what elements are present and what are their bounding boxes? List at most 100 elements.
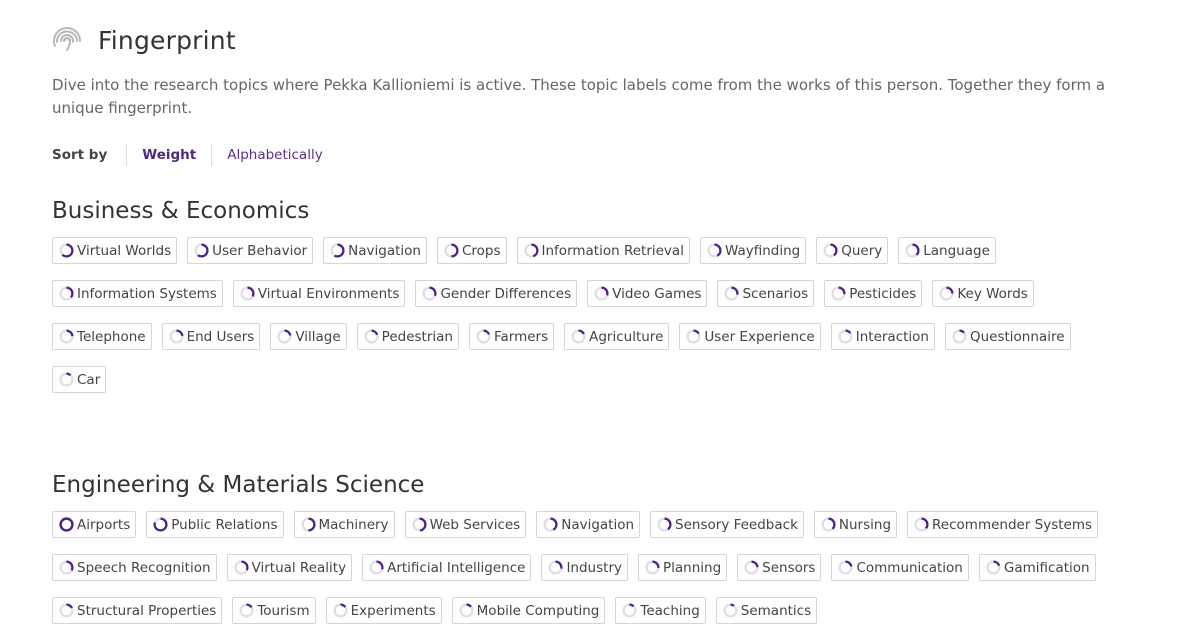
weight-ring-icon xyxy=(59,243,74,258)
topic-chip[interactable]: Car xyxy=(52,366,107,393)
topic-chip[interactable]: Industry xyxy=(541,554,628,581)
topic-label: Farmers xyxy=(493,328,549,345)
topic-chip[interactable]: Telephone xyxy=(52,323,152,350)
topic-chip[interactable]: Questionnaire xyxy=(944,323,1071,350)
sort-label: Sort by xyxy=(52,147,108,163)
topic-chip[interactable]: Airports xyxy=(52,511,137,538)
weight-ring-icon xyxy=(622,603,637,618)
topic-chip[interactable]: Virtual Worlds xyxy=(52,237,178,264)
weight-ring-icon xyxy=(476,329,491,344)
weight-ring-icon xyxy=(986,560,1001,575)
topic-list: Virtual Worlds User Behavior Navigation Cro… xyxy=(52,237,1127,409)
topic-label: Airports xyxy=(77,516,131,533)
topic-chip[interactable]: Wayfinding xyxy=(699,237,807,264)
topic-label: Structural Properties xyxy=(77,602,217,619)
topic-chip[interactable]: Gender Differences xyxy=(415,280,578,307)
topic-chip[interactable]: Virtual Reality xyxy=(226,554,353,581)
topic-chip[interactable]: Experiments xyxy=(325,597,442,624)
topic-chip[interactable]: Interaction xyxy=(830,323,935,350)
topic-chip[interactable]: Semantics xyxy=(715,597,818,624)
weight-ring-icon xyxy=(686,329,701,344)
topic-chip[interactable]: Planning xyxy=(637,554,728,581)
topic-chip[interactable]: Pesticides xyxy=(824,280,923,307)
topic-chip[interactable]: Recommender Systems xyxy=(907,511,1099,538)
topic-chip[interactable]: Machinery xyxy=(293,511,395,538)
weight-ring-icon xyxy=(905,243,920,258)
weight-ring-icon xyxy=(412,517,427,532)
weight-ring-icon xyxy=(838,329,853,344)
topic-label: Artificial Intelligence xyxy=(387,559,526,576)
topic-label: Questionnaire xyxy=(969,328,1065,345)
sort-option-alphabetically[interactable]: Alphabetically xyxy=(211,144,338,166)
topic-label: Recommender Systems xyxy=(932,516,1093,533)
topic-label: Communication xyxy=(856,559,963,576)
topic-label: Nursing xyxy=(838,516,892,533)
topic-chip[interactable]: Key Words xyxy=(932,280,1034,307)
weight-ring-icon xyxy=(952,329,967,344)
topic-chip[interactable]: Farmers xyxy=(468,323,555,350)
page-description: Dive into the research topics where Pekk… xyxy=(52,76,1106,117)
topic-chip[interactable]: Navigation xyxy=(536,511,641,538)
weight-ring-track xyxy=(59,372,74,387)
topic-chip[interactable]: Communication xyxy=(831,554,969,581)
topic-chip[interactable]: Speech Recognition xyxy=(52,554,217,581)
topic-chip[interactable]: Virtual Environments xyxy=(232,280,406,307)
topic-chip[interactable]: Information Systems xyxy=(52,280,223,307)
topic-label: Query xyxy=(841,242,883,259)
topic-chip[interactable]: Navigation xyxy=(323,237,427,264)
topic-chip[interactable]: Public Relations xyxy=(146,511,284,538)
topic-label: Car xyxy=(77,371,101,388)
topic-chip[interactable]: Teaching xyxy=(615,597,706,624)
topic-chip[interactable]: Village xyxy=(270,323,347,350)
weight-ring-icon xyxy=(153,517,168,532)
topic-chip[interactable]: Video Games xyxy=(587,280,708,307)
weight-ring-icon xyxy=(59,329,74,344)
topic-label: Sensors xyxy=(762,559,816,576)
fingerprint-panel: Fingerprint Dive into the research topic… xyxy=(0,0,1152,640)
topic-chip[interactable]: User Behavior xyxy=(187,237,314,264)
weight-ring-icon xyxy=(59,560,74,575)
weight-ring-icon xyxy=(59,286,74,301)
topic-chip[interactable]: Gamification xyxy=(978,554,1096,581)
topic-label: Semantics xyxy=(740,602,812,619)
weight-ring-icon xyxy=(645,560,660,575)
topic-chip[interactable]: Scenarios xyxy=(717,280,815,307)
category-title: Engineering & Materials Science xyxy=(52,472,425,498)
topic-label: User Behavior xyxy=(212,242,308,259)
weight-ring-icon xyxy=(59,603,74,618)
topic-chip[interactable]: Tourism xyxy=(232,597,316,624)
topic-chip[interactable]: Sensors xyxy=(737,554,822,581)
topic-chip[interactable]: Pedestrian xyxy=(356,323,459,350)
weight-ring-icon xyxy=(422,286,437,301)
topic-chip[interactable]: Mobile Computing xyxy=(451,597,606,624)
fingerprint-header: Fingerprint xyxy=(52,0,1152,80)
category-title: Business & Economics xyxy=(52,198,310,224)
topic-chip[interactable]: End Users xyxy=(161,323,261,350)
topic-chip[interactable]: Web Services xyxy=(404,511,527,538)
topic-chip[interactable]: Structural Properties xyxy=(52,597,223,624)
weight-ring-track xyxy=(723,603,738,618)
topic-label: Pesticides xyxy=(849,285,917,302)
weight-ring-icon xyxy=(277,329,292,344)
topic-label: Wayfinding xyxy=(724,242,801,259)
topic-label: Virtual Worlds xyxy=(77,242,172,259)
topic-chip[interactable]: User Experience xyxy=(679,323,821,350)
topic-chip[interactable]: Artificial Intelligence xyxy=(362,554,532,581)
topic-label: Key Words xyxy=(957,285,1028,302)
weight-ring-icon xyxy=(657,517,672,532)
weight-ring-icon xyxy=(300,517,316,532)
weight-ring-icon xyxy=(233,560,249,575)
topic-label: Telephone xyxy=(77,328,146,345)
weight-ring-icon xyxy=(369,560,384,575)
weight-ring-icon xyxy=(330,243,345,258)
topic-chip[interactable]: Sensory Feedback xyxy=(650,511,804,538)
topic-label: Video Games xyxy=(612,285,702,302)
sort-option-weight[interactable]: Weight xyxy=(126,144,211,166)
topic-chip[interactable]: Language xyxy=(898,237,996,264)
topic-chip[interactable]: Nursing xyxy=(813,511,898,538)
topic-chip[interactable]: Agriculture xyxy=(564,323,670,350)
topic-chip[interactable]: Query xyxy=(816,237,889,264)
topic-chip[interactable]: Crops xyxy=(436,237,507,264)
topic-chip[interactable]: Information Retrieval xyxy=(516,237,690,264)
weight-ring-icon xyxy=(571,329,586,344)
